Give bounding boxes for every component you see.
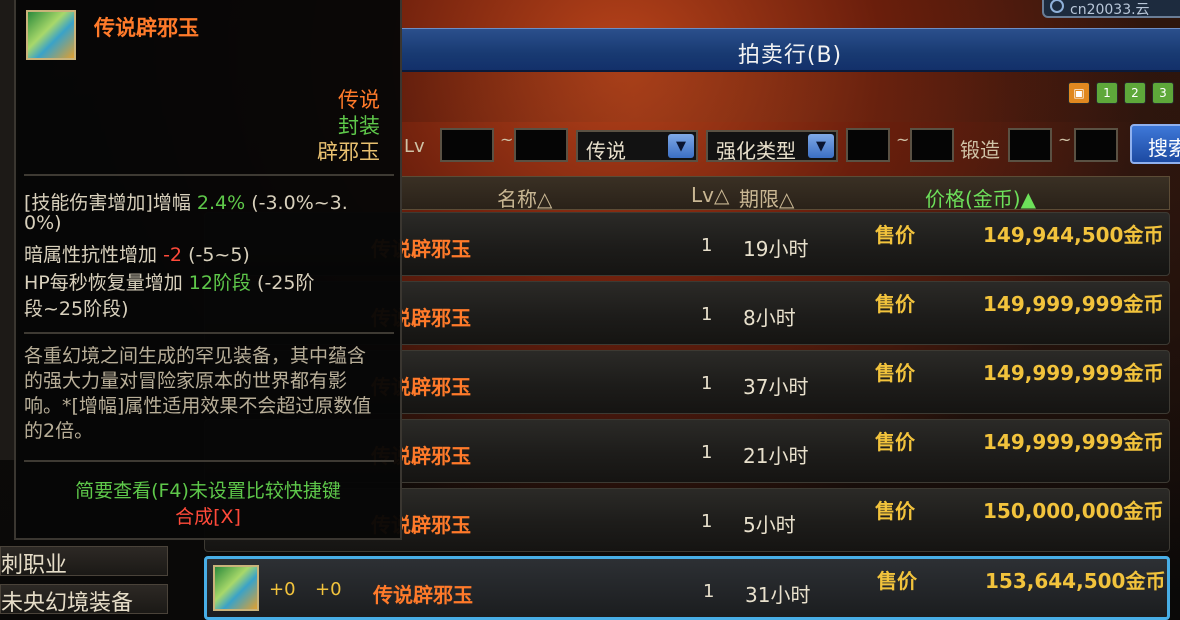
- search-button[interactable]: 搜索: [1130, 124, 1180, 164]
- item-lv: 1: [701, 373, 713, 394]
- item-price: 149,999,999金币: [983, 292, 1164, 316]
- item-duration: 8小时: [743, 306, 796, 330]
- item-duration: 37小时: [743, 375, 809, 399]
- item-lv: 1: [703, 581, 715, 602]
- sale-label: 售价: [875, 361, 915, 385]
- lv-label: Lv: [404, 136, 425, 157]
- header-price[interactable]: 价格(金币)▲: [925, 183, 1036, 212]
- forge-max-input[interactable]: [1074, 128, 1118, 162]
- rarity-value: 传说: [586, 139, 626, 163]
- tooltip-type: 辟邪玉: [317, 140, 380, 164]
- stat-line-3: HP每秒恢复量增加 12阶段 (-25阶: [24, 268, 314, 295]
- item-lv: 1: [701, 304, 713, 325]
- sale-label: 售价: [875, 430, 915, 454]
- item-duration: 5小时: [743, 513, 796, 537]
- item-price: 150,000,000金币: [983, 499, 1164, 523]
- lv-max-input[interactable]: [514, 128, 568, 162]
- divider: [24, 332, 394, 334]
- stat2-range: (-5~5): [188, 244, 250, 266]
- item-price: 149,999,999金币: [983, 430, 1164, 454]
- item-price: 149,944,500金币: [983, 223, 1164, 247]
- header-period[interactable]: 期限△: [739, 183, 794, 212]
- toolbar-button-2[interactable]: 2: [1124, 82, 1146, 104]
- tooltip-item-name: 传说辟邪玉: [94, 16, 199, 40]
- tooltip-hint: 简要查看(F4)未设置比较快捷键: [75, 480, 341, 502]
- stat-line-1: [技能伤害增加]增幅 2.4% (-3.0%~3.: [24, 188, 348, 215]
- jade-item-icon: [26, 10, 76, 60]
- item-duration: 21小时: [743, 444, 809, 468]
- enhance-min-input[interactable]: [846, 128, 890, 162]
- header-name[interactable]: 名称△: [497, 183, 552, 212]
- sidebar-item-label: 刺职业: [1, 553, 68, 578]
- header-lv[interactable]: Lv△: [691, 183, 729, 207]
- rarity-select[interactable]: 传说 ▼: [576, 130, 698, 163]
- item-duration: 19小时: [743, 237, 809, 261]
- window-titlebar[interactable]: 拍卖行(B): [400, 28, 1180, 72]
- server-label: cn20033.云: [1070, 2, 1150, 18]
- enhance-max-input[interactable]: [910, 128, 954, 162]
- upgrade-plus-2: +0: [315, 579, 342, 600]
- stat3-range: (-25阶: [257, 272, 315, 294]
- sale-label: 售价: [875, 292, 915, 316]
- lv-tilde: ~: [500, 130, 514, 149]
- forge-label: 锻造: [960, 138, 1000, 162]
- stat3-label: HP每秒恢复量增加: [24, 272, 183, 294]
- stat1-value: 2.4%: [196, 192, 246, 214]
- save-icon[interactable]: ▣: [1068, 82, 1090, 104]
- upgrade-plus-1: +0: [269, 579, 296, 600]
- enhance-type-select[interactable]: 强化类型 ▼: [706, 130, 838, 163]
- sale-label: 售价: [877, 569, 917, 593]
- server-icon: [1050, 0, 1064, 13]
- enhance-tilde: ~: [896, 130, 910, 149]
- sale-label: 售价: [875, 223, 915, 247]
- header-stripe: [400, 72, 1180, 122]
- forge-min-input[interactable]: [1008, 128, 1052, 162]
- item-price: 149,999,999金币: [983, 361, 1164, 385]
- stat-line-2: 暗属性抗性增加 -2 (-5~5): [24, 240, 250, 267]
- lv-min-input[interactable]: [440, 128, 494, 162]
- item-price: 153,644,500金币: [985, 569, 1166, 593]
- stat-line-1b: 0%): [24, 212, 62, 234]
- item-lv: 1: [701, 511, 713, 532]
- stat3-value: 12阶段: [188, 272, 251, 294]
- sale-label: 售价: [875, 499, 915, 523]
- filter-bar: Lv ~ 传说 ▼ 强化类型 ▼ ~ 锻造 ~ 搜索: [400, 124, 1180, 168]
- stat-line-3b: 段~25阶段): [24, 298, 129, 320]
- sidebar-item-job[interactable]: 刺职业: [0, 546, 168, 578]
- enhance-type-value: 强化类型: [716, 139, 796, 163]
- jade-item-icon: [213, 565, 259, 611]
- chevron-down-icon: ▼: [808, 134, 834, 158]
- item-name: 传说辟邪玉: [373, 583, 473, 607]
- tooltip-description: 各重幻境之间生成的罕见装备，其中蕴含的强大力量对冒险家原本的世界都有影响。*[增…: [24, 345, 372, 442]
- stat2-label: 暗属性抗性增加: [24, 244, 158, 266]
- sidebar-item-label: 未央幻境装备: [1, 591, 134, 616]
- item-lv: 1: [701, 235, 713, 256]
- stat1-range: (-3.0%~3.: [251, 192, 348, 214]
- forge-tilde: ~: [1058, 130, 1072, 149]
- divider: [24, 174, 394, 176]
- stat1-label: [技能伤害增加]增幅: [24, 192, 191, 214]
- table-header: 名称△ Lv△ 期限△ 价格(金币)▲: [400, 176, 1170, 212]
- server-badge: cn20033.云: [1042, 0, 1180, 18]
- tooltip-synth: 合成[X]: [175, 506, 241, 528]
- sidebar-item-weiyang[interactable]: 未央幻境装备: [0, 584, 168, 616]
- item-tooltip: 传说辟邪玉 传说 封装 辟邪玉 [技能伤害增加]增幅 2.4% (-3.0%~3…: [14, 0, 402, 540]
- stat2-value: -2: [163, 244, 183, 266]
- table-row-selected[interactable]: +0 +0 传说辟邪玉 1 31小时 售价 153,644,500金币: [204, 556, 1170, 620]
- toolbar-icons: ▣ 1 2 3: [1068, 82, 1174, 104]
- window-title: 拍卖行(B): [737, 43, 843, 68]
- item-lv: 1: [701, 442, 713, 463]
- item-duration: 31小时: [745, 583, 811, 607]
- divider: [24, 460, 394, 462]
- chevron-down-icon: ▼: [668, 134, 694, 158]
- toolbar-button-3[interactable]: 3: [1152, 82, 1174, 104]
- toolbar-button-1[interactable]: 1: [1096, 82, 1118, 104]
